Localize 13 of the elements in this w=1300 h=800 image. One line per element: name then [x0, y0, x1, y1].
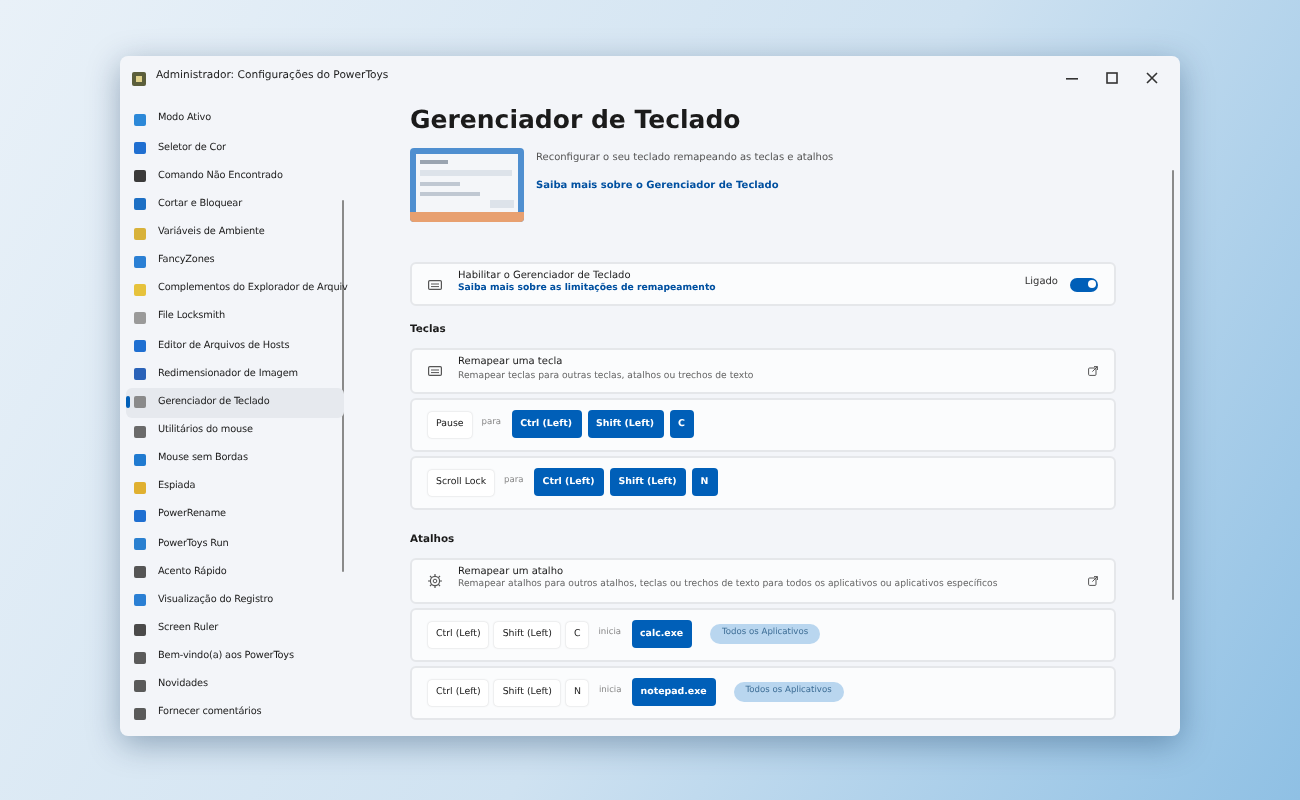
keyboard-icon — [428, 365, 442, 376]
close-icon — [1146, 72, 1158, 84]
minimize-icon — [1066, 77, 1078, 79]
scrollbar[interactable] — [341, 200, 344, 572]
app-icon — [132, 71, 146, 85]
gear-icon — [428, 573, 442, 588]
external-link-icon — [1088, 575, 1098, 586]
maximize-icon — [1106, 72, 1118, 84]
page-title: Gerenciador de Teclado — [410, 104, 743, 136]
keyboard-icon — [428, 279, 442, 289]
external-link-icon — [1088, 365, 1098, 376]
scrollbar[interactable] — [1171, 170, 1174, 600]
toggle-switch[interactable] — [1070, 277, 1098, 291]
